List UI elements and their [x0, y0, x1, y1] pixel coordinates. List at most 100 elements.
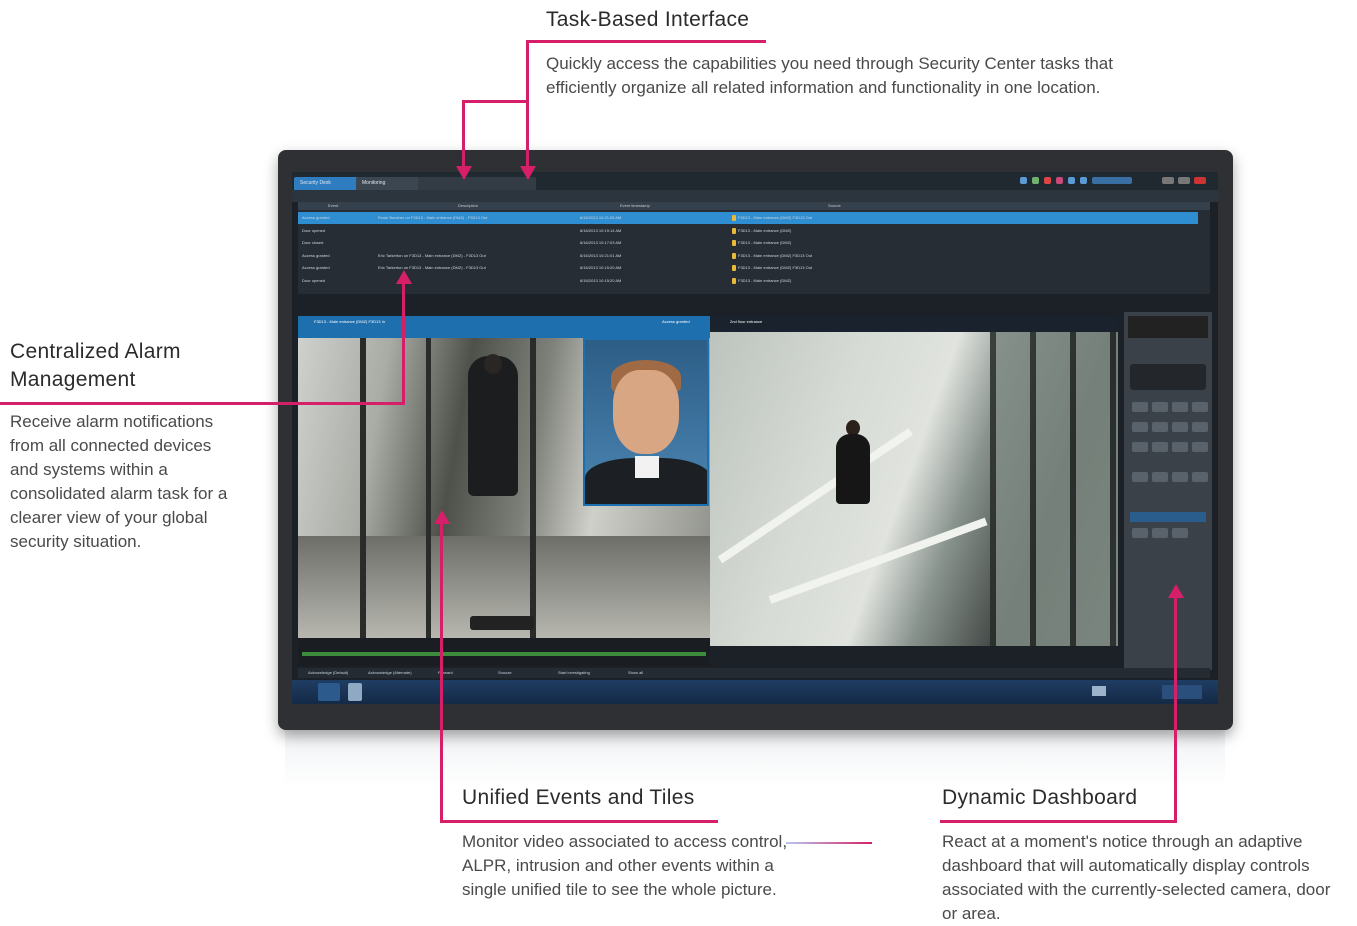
alarm-severity-icon	[732, 240, 736, 246]
callout-arrow	[434, 510, 450, 524]
alarm-cell-event: Door opened	[302, 277, 326, 283]
alarm-row[interactable]: Door opened 8/16/2013 10:15:20 AM F3D13 - …	[298, 275, 1198, 287]
dashboard-button[interactable]	[1192, 442, 1208, 452]
person-walking	[468, 356, 518, 496]
dashboard-button[interactable]	[1152, 422, 1168, 432]
dashboard-button[interactable]	[1152, 402, 1168, 412]
column-header[interactable]: Event timestamp	[620, 203, 650, 208]
alarm-cell-source: F3D13 - Main entrance (DMZ)	[738, 277, 792, 283]
cardholder-shirt	[635, 456, 659, 478]
door-frame	[360, 338, 366, 638]
dashboard-button[interactable]	[1172, 472, 1188, 482]
alarm-row[interactable]: Door opened 8/16/2013 10:19:14 AM F3D13 - …	[298, 225, 1198, 237]
tray-clock	[1092, 177, 1132, 184]
callout-connector	[462, 100, 465, 168]
callout-underline	[526, 40, 766, 43]
alarm-row[interactable]: Access granted Rosie Buesher on F3D13 - M…	[298, 212, 1198, 224]
tab-monitoring[interactable]: Monitoring	[356, 177, 420, 190]
dashboard-button[interactable]	[1132, 442, 1148, 452]
window-wall	[990, 332, 1118, 646]
tray-icon[interactable]	[1080, 177, 1087, 184]
alarm-cell-time: 8/16/2013 10:19:14 AM	[580, 227, 622, 233]
tray-icon[interactable]	[1068, 177, 1075, 184]
playback-controls[interactable]	[470, 616, 534, 630]
column-header[interactable]: Description	[458, 203, 478, 208]
alarm-cell-event: Door opened	[302, 227, 326, 233]
dashboard-header	[1128, 316, 1208, 338]
dashboard-button[interactable]	[1132, 472, 1148, 482]
alarm-cell-time: 8/16/2013 10:15:20 AM	[580, 277, 622, 283]
tray-icon[interactable]	[1032, 177, 1039, 184]
alarm-row[interactable]: Door closed 8/16/2013 10:17:03 AM F3D13 - …	[298, 237, 1198, 249]
alarm-list-header: Event Description Event timestamp Source	[298, 202, 1210, 210]
alarm-row[interactable]: Access granted Eric Tarkerton on F3D13 - …	[298, 262, 1198, 274]
alarm-cell-time: 8/16/2013 10:21:05 AM	[580, 215, 622, 220]
unified-event-tile[interactable]: F3D13 - Main entrance (DMZ) F3D13 In Acc…	[298, 316, 710, 666]
unified-body: Monitor video associated to access contr…	[462, 832, 788, 899]
alarm-subbar	[292, 190, 1218, 202]
taskbar-app-icon[interactable]	[348, 683, 362, 701]
callout-arrow	[396, 270, 412, 284]
tile-header: F3D13 - Main entrance (DMZ) F3D13 In Acc…	[298, 316, 710, 338]
dashboard-body: React at a moment's notice through an ad…	[942, 832, 1331, 923]
callout-arrow	[520, 166, 536, 180]
unified-heading: Unified Events and Tiles	[462, 786, 695, 809]
minimize-icon[interactable]	[1162, 177, 1174, 184]
dashboard-button[interactable]	[1192, 402, 1208, 412]
ptz-display	[1130, 364, 1206, 390]
tray-icon[interactable]	[1056, 177, 1063, 184]
tab-label: Monitoring	[362, 180, 386, 186]
alarm-action[interactable]: Acknowledge (Alternate)	[368, 670, 412, 675]
taskbar-app-icon[interactable]	[318, 683, 340, 701]
cardholder-face	[613, 370, 679, 454]
taskbar-clock	[1162, 685, 1202, 699]
dashboard-button[interactable]	[1172, 442, 1188, 452]
tile-header: 2nd floor entrance	[710, 316, 1118, 332]
maximize-icon[interactable]	[1178, 177, 1190, 184]
taskbar-tray-icon[interactable]	[1092, 686, 1106, 696]
alarm-cell-event: Access granted	[302, 215, 330, 220]
timeline-track[interactable]	[302, 652, 706, 656]
dashboard-heading: Dynamic Dashboard	[942, 786, 1138, 809]
tile-title: F3D13 - Main entrance (DMZ) F3D13 In	[314, 319, 385, 324]
dashboard-button[interactable]	[1132, 422, 1148, 432]
alarm-severity-icon	[732, 265, 736, 271]
dashboard-button[interactable]	[1192, 472, 1208, 482]
task-based-heading: Task-Based Interface	[546, 8, 750, 31]
video-timeline[interactable]	[298, 638, 710, 666]
dashboard-button[interactable]	[1152, 472, 1168, 482]
security-desk-screen: Security Desk Monitoring Event Descripti…	[292, 172, 1218, 704]
dashboard-button[interactable]	[1172, 422, 1188, 432]
callout-arrow	[456, 166, 472, 180]
camera-tile[interactable]: 2nd floor entrance	[710, 316, 1118, 646]
callout-connector	[402, 282, 405, 405]
alarm-severity-icon	[732, 227, 736, 234]
alarm-severity-icon	[732, 252, 736, 259]
dashboard-button[interactable]	[1132, 402, 1148, 412]
dashboard-button[interactable]	[1132, 528, 1148, 538]
dashboard-button[interactable]	[1172, 402, 1188, 412]
alarm-tray-icon[interactable]	[1044, 177, 1051, 184]
alarm-action[interactable]: Acknowledge (Default)	[308, 670, 348, 675]
alarm-action[interactable]: Show all	[628, 670, 643, 675]
dashboard-button[interactable]	[1152, 442, 1168, 452]
tab-label: Security Desk	[300, 180, 331, 186]
centralized-heading: Centralized Alarm Management	[10, 338, 181, 394]
person-head	[484, 354, 502, 374]
dashboard-button[interactable]	[1152, 528, 1168, 538]
dashboard-button[interactable]	[1172, 528, 1188, 538]
tab-security-desk[interactable]: Security Desk	[294, 177, 358, 190]
callout-connector	[1174, 596, 1177, 822]
alarm-cell-source: F3D13 - Main entrance (DMZ) F3D13 Out	[738, 252, 813, 258]
callout-connector	[462, 100, 528, 103]
tray-icon[interactable]	[1020, 177, 1027, 184]
dashboard-selector[interactable]	[1130, 512, 1206, 522]
tile-title: 2nd floor entrance	[730, 319, 763, 324]
column-header[interactable]: Source	[828, 203, 841, 208]
alarm-action[interactable]: Snooze	[498, 670, 512, 675]
close-icon[interactable]	[1194, 177, 1206, 184]
alarm-row[interactable]: Access granted Eric Tarkerton on F3D13 - …	[298, 250, 1198, 262]
dashboard-button[interactable]	[1192, 422, 1208, 432]
column-header[interactable]: Event	[328, 203, 338, 208]
alarm-action[interactable]: Start investigating	[558, 670, 590, 675]
